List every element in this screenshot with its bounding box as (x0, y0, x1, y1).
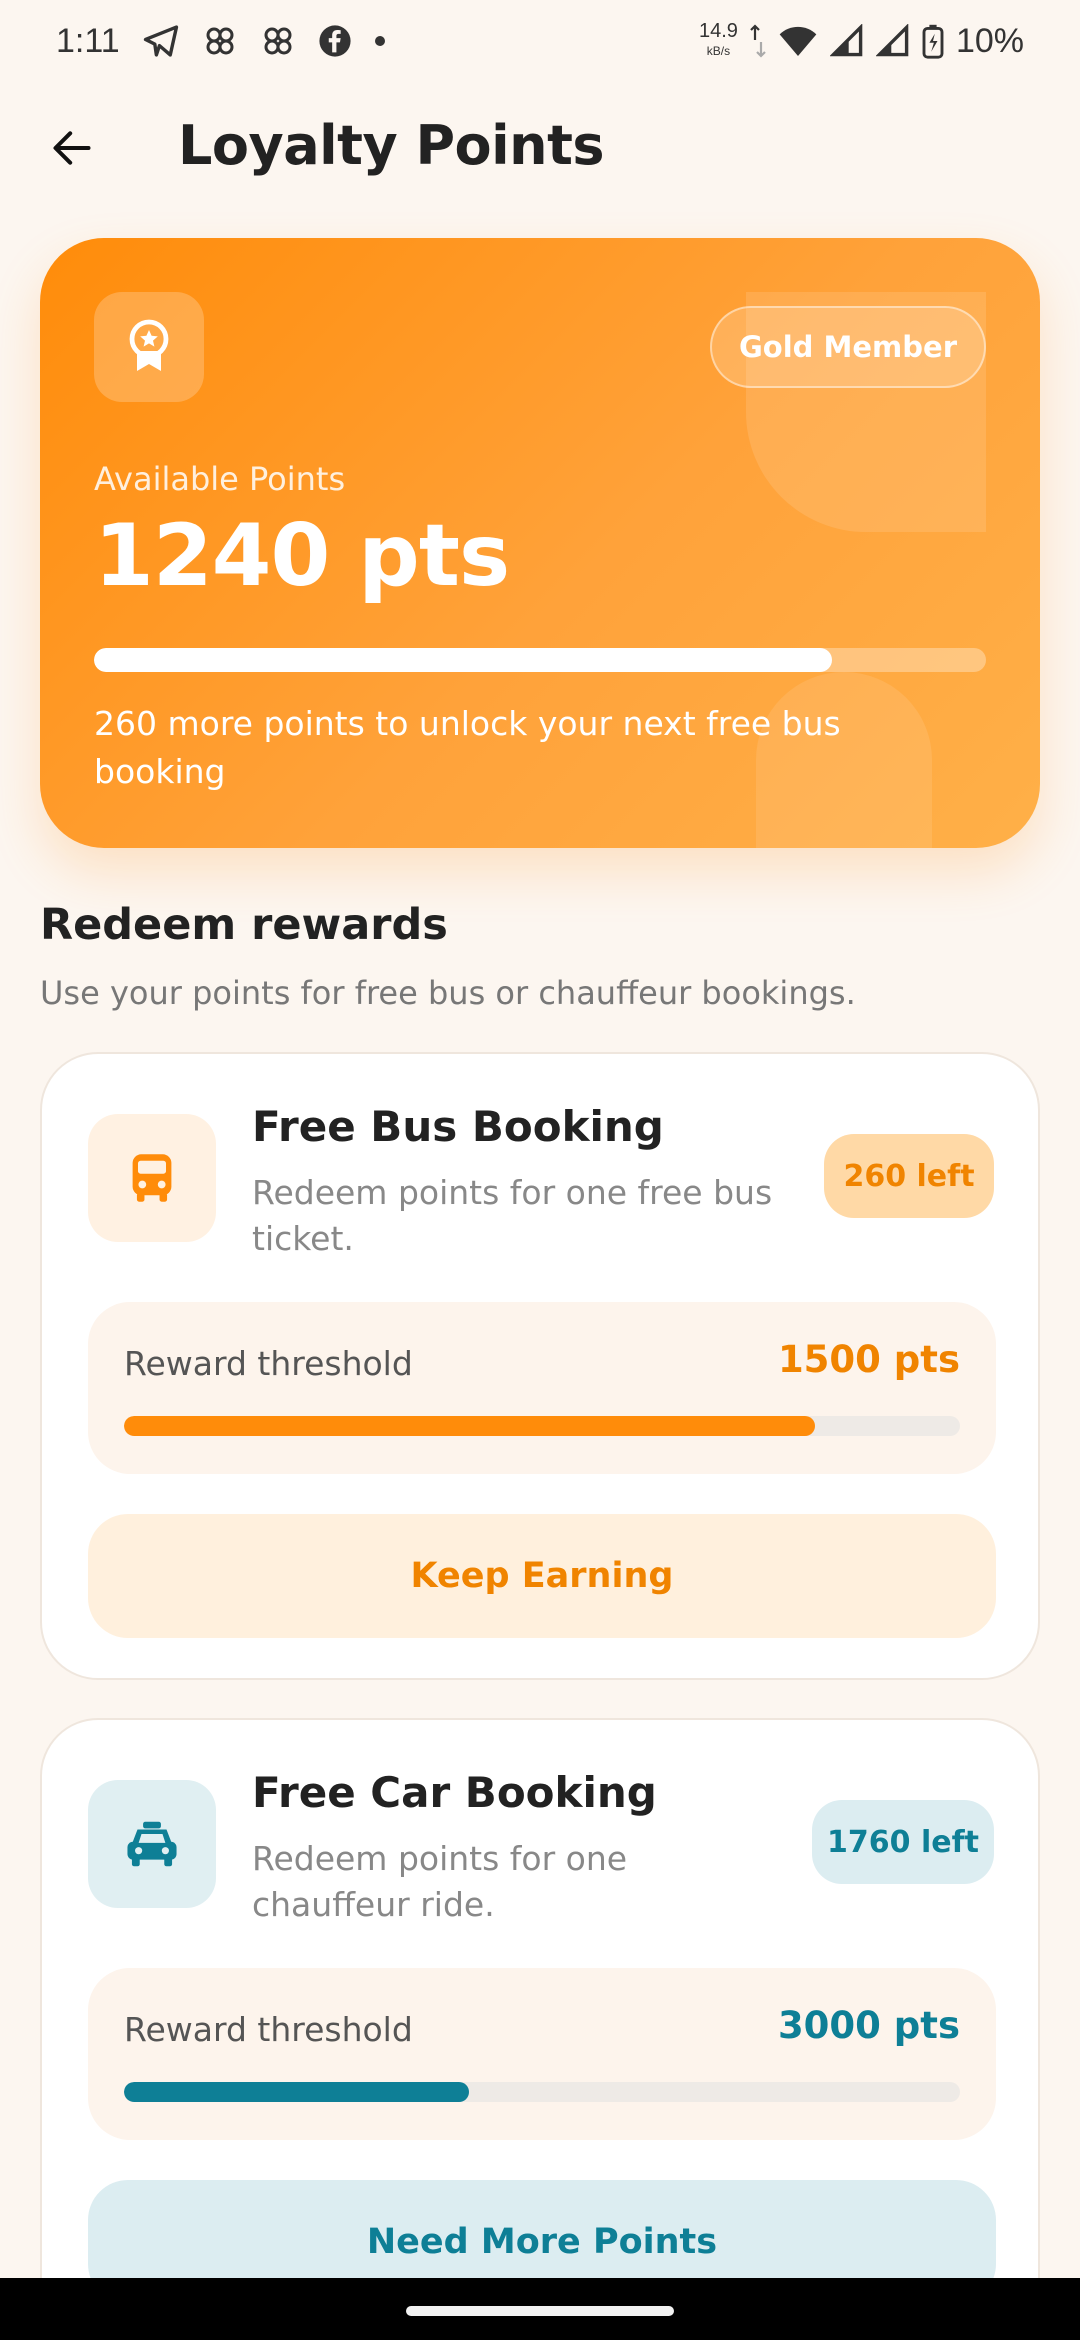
signal-icon (829, 24, 864, 58)
threshold-label: Reward threshold (124, 2010, 413, 2049)
threshold-progress-bar (124, 1416, 960, 1436)
available-points-label: Available Points (94, 460, 346, 498)
home-gesture-handle[interactable] (406, 2306, 674, 2316)
battery-percent: 10% (955, 21, 1024, 60)
back-button[interactable] (40, 118, 104, 182)
threshold-progress-fill (124, 1416, 816, 1436)
points-summary-card: Gold Member Available Points 1240 pts 26… (40, 238, 1040, 848)
status-time: 1:11 (56, 21, 120, 60)
threshold-panel: Reward threshold 3000 pts (88, 1968, 996, 2140)
threshold-value: 3000 pts (777, 2004, 960, 2047)
network-speed: 14.9 kB/s (699, 20, 738, 58)
bus-icon (88, 1114, 216, 1242)
wifi-icon (778, 24, 818, 58)
points-left-badge: 1760 left (812, 1800, 994, 1884)
pinwheel-icon (202, 23, 238, 59)
battery-icon (922, 23, 944, 59)
dot-icon (374, 35, 386, 47)
threshold-progress-fill (124, 2082, 470, 2102)
reward-description: Redeem points for one free bus ticket. (252, 1173, 773, 1258)
page-title: Loyalty Points (178, 114, 605, 177)
signal-icon (875, 24, 910, 58)
reward-title: Free Bus Booking (252, 1102, 664, 1151)
pinwheel-icon (260, 23, 296, 59)
keep-earning-button[interactable]: Keep Earning (88, 1514, 996, 1638)
status-bar: 1:11 14.9 kB/s 10% (0, 0, 1080, 82)
threshold-progress-bar (124, 2082, 960, 2102)
award-medal-icon (94, 292, 204, 402)
telegram-icon (142, 24, 180, 58)
section-title: Redeem rewards (40, 900, 448, 950)
reward-card-car: Free Car Booking Redeem points for one c… (40, 1718, 1040, 2340)
data-arrows-icon (750, 24, 766, 58)
threshold-value: 1500 pts (777, 1338, 960, 1381)
member-tier-badge: Gold Member (710, 306, 986, 388)
threshold-label: Reward threshold (124, 1344, 413, 1383)
arrow-left-icon (50, 126, 94, 174)
points-balance: 1240 pts (94, 506, 510, 606)
reward-description: Redeem points for one chauffeur ride. (252, 1839, 628, 1924)
facebook-icon (318, 24, 352, 58)
reward-card-bus: Free Bus Booking Redeem points for one f… (40, 1052, 1040, 1680)
section-subtitle: Use your points for free bus or chauffeu… (40, 974, 856, 1012)
points-progress-bar (94, 648, 986, 672)
car-icon (88, 1780, 216, 1908)
app-bar: Loyalty Points (0, 100, 1080, 200)
system-nav-bar (0, 2278, 1080, 2340)
points-left-badge: 260 left (824, 1134, 994, 1218)
points-progress-fill (94, 648, 832, 672)
threshold-panel: Reward threshold 1500 pts (88, 1302, 996, 1474)
progress-note: 260 more points to unlock your next free… (94, 704, 841, 791)
reward-title: Free Car Booking (252, 1768, 657, 1817)
